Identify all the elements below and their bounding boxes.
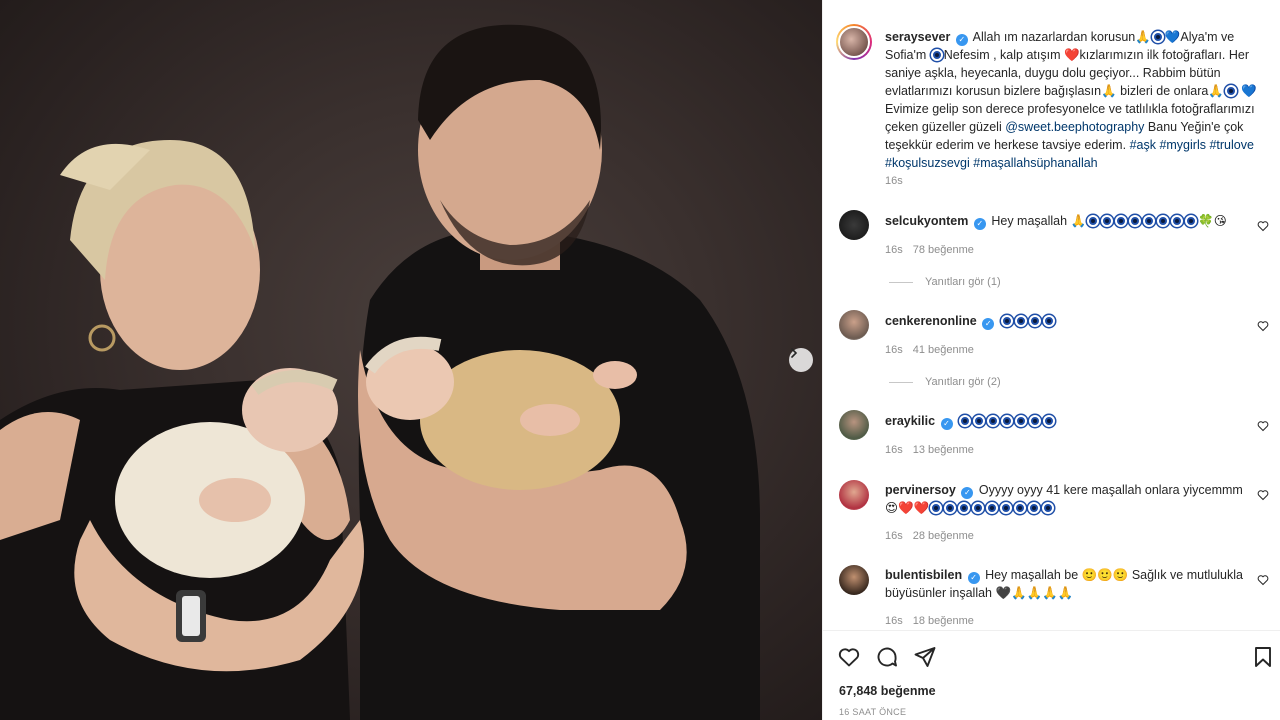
view-replies-button[interactable]: Yanıtları gör (1) xyxy=(889,276,1001,288)
commenter-avatar[interactable] xyxy=(839,210,869,240)
heart-icon[interactable] xyxy=(837,645,861,669)
comment-text: cenkerenonline ✓ xyxy=(885,312,1255,330)
comment-meta: 16s 18 beğenme xyxy=(885,615,984,627)
evil-eye-icon xyxy=(1224,85,1237,97)
comment-body: Hey maşallah be xyxy=(985,568,1079,582)
chevron-right-icon xyxy=(791,348,798,358)
like-comment-heart-icon[interactable] xyxy=(1257,574,1269,586)
comment-likes[interactable]: 78 beğenme xyxy=(913,244,974,256)
comment-text: bulentisbilen ✓ Hey maşallah be 🙂🙂🙂 Sağl… xyxy=(885,568,1243,600)
comment-icon[interactable] xyxy=(875,645,899,669)
like-comment-heart-icon[interactable] xyxy=(1257,420,1269,432)
comment-body: Hey maşallah xyxy=(991,214,1068,228)
commenter-avatar[interactable] xyxy=(839,310,869,340)
comment-age: 16s xyxy=(885,530,903,542)
comment-text: pervinersoy ✓ Oyyyy oyyy 41 kere maşalla… xyxy=(885,483,1243,515)
like-comment-heart-icon[interactable] xyxy=(1257,489,1269,501)
comment-text: eraykilic ✓ xyxy=(885,412,1255,430)
verified-badge-icon: ✓ xyxy=(982,318,995,330)
comment-body: Oyyyy oyyy 41 kere maşallah onlara yiyce… xyxy=(978,483,1243,497)
post-photo[interactable] xyxy=(0,0,822,720)
like-comment-heart-icon[interactable] xyxy=(1257,220,1269,232)
verified-badge-icon: ✓ xyxy=(940,418,953,430)
comment-age: 16s xyxy=(885,344,903,356)
view-replies-button[interactable]: Yanıtları gör (2) xyxy=(889,376,1001,388)
author-avatar[interactable] xyxy=(836,24,872,60)
comment-meta: 16s 41 beğenme xyxy=(885,344,984,356)
comment-likes[interactable]: 13 beğenme xyxy=(913,444,974,456)
commenter-username[interactable]: bulentisbilen xyxy=(885,568,962,582)
caption-text: Allah ım nazarlardan korusun xyxy=(972,30,1136,44)
commenter-avatar[interactable] xyxy=(839,410,869,440)
share-icon[interactable] xyxy=(913,645,937,669)
comments-scroll-area[interactable]: seraysever ✓ Allah ım nazarlardan korusu… xyxy=(823,0,1280,630)
caption-text: bizleri de onlara xyxy=(1120,84,1209,98)
like-count[interactable]: 67,848 beğenme xyxy=(839,684,936,698)
verified-badge-icon: ✓ xyxy=(955,34,968,46)
comment-likes[interactable]: 28 beğenme xyxy=(913,530,974,542)
mention-link[interactable]: @sweet.beephotography xyxy=(1005,120,1144,134)
post-caption: seraysever ✓ Allah ım nazarlardan korusu… xyxy=(885,30,1257,170)
comment-likes[interactable]: 18 beğenme xyxy=(913,615,974,627)
like-comment-heart-icon[interactable] xyxy=(1257,320,1269,332)
commenter-username[interactable]: pervinersoy xyxy=(885,483,956,497)
comment-meta: 16s 13 beğenme xyxy=(885,444,984,456)
caption-text: Nefesim , kalp atışım xyxy=(943,48,1061,62)
evil-eye-icon xyxy=(1151,31,1164,43)
post-age: 16s xyxy=(885,175,903,187)
comment-likes[interactable]: 41 beğenme xyxy=(913,344,974,356)
evil-eye-icon xyxy=(930,49,943,61)
post-side-panel: seraysever ✓ Allah ım nazarlardan korusu… xyxy=(822,0,1280,720)
commenter-username[interactable]: eraykilic xyxy=(885,414,935,428)
verified-badge-icon: ✓ xyxy=(961,487,974,499)
commenter-avatar[interactable] xyxy=(839,565,869,595)
author-username[interactable]: seraysever xyxy=(885,30,950,44)
comment-age: 16s xyxy=(885,615,903,627)
comment-meta: 16s 78 beğenme xyxy=(885,244,984,256)
comment-meta: 16s 28 beğenme xyxy=(885,530,984,542)
verified-badge-icon: ✓ xyxy=(967,572,980,584)
commenter-username[interactable]: selcukyontem xyxy=(885,214,968,228)
commenter-username[interactable]: cenkerenonline xyxy=(885,314,977,328)
family-photo-illustration xyxy=(0,24,760,720)
post-timestamp: 16 SAAT ÖNCE xyxy=(839,707,907,717)
comment-text: selcukyontem ✓ Hey maşallah 🙏 🍀😘 xyxy=(885,214,1227,230)
verified-badge-icon: ✓ xyxy=(973,218,986,230)
post-actions-bar: 67,848 beğenme 16 SAAT ÖNCE xyxy=(823,630,1280,720)
comment-age: 16s xyxy=(885,244,903,256)
comment-age: 16s xyxy=(885,444,903,456)
next-photo-button[interactable] xyxy=(789,348,813,372)
commenter-avatar[interactable] xyxy=(839,480,869,510)
bookmark-icon[interactable] xyxy=(1251,645,1275,669)
